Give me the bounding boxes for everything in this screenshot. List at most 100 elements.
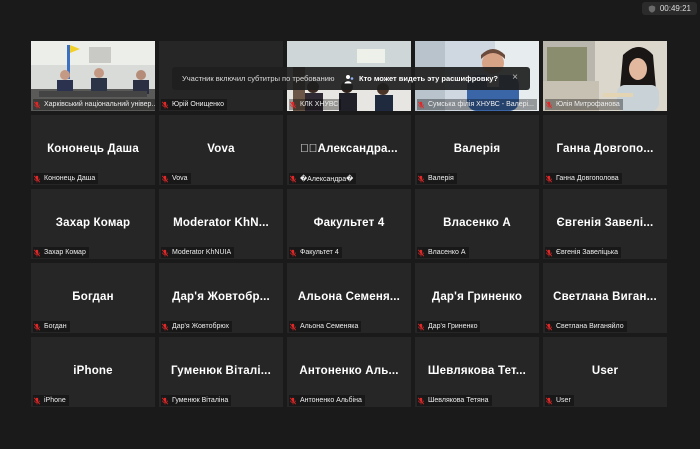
participant-tile[interactable]: Дар'я Жовтобр... Дар'я Жовтобрюх [159,263,283,333]
participant-name: Факультет 4 [313,217,385,229]
muted-mic-icon [417,101,425,108]
participant-tile[interactable]: Євгенія Завелі... Євгенія Завеліцька [543,189,667,259]
participant-name: Кононець Даша [47,143,139,155]
participant-tile[interactable]: Харківський національний універ... [31,41,155,111]
timer-text: 00:49:21 [659,4,691,13]
participant-name: Moderator KhN... [173,217,269,229]
participant-name: iPhone [73,365,113,377]
participant-tile[interactable]: ✚⃞Александра... �Александра� [287,115,411,185]
participant-tile[interactable]: Захар Комар Захар Комар [31,189,155,259]
participant-label: Гуменюк Віталіна [161,395,232,406]
participant-tile[interactable]: Дар'я Гриненко Дар'я Гриненко [415,263,539,333]
muted-mic-icon [33,175,41,182]
participant-tile[interactable]: Факультет 4 Факультет 4 [287,189,411,259]
participant-label: Валерія [417,173,457,184]
participant-tile[interactable]: Vova Vova [159,115,283,185]
caption-message: Участник включил субтитры по требованию [182,74,335,83]
muted-mic-icon [289,101,297,108]
participant-label: Сумська філія ХНУВС - Валері... [417,99,537,110]
participant-label-text: Дар'я Жовтобрюх [172,323,230,330]
participant-label: Харківський національний універ... [33,99,155,110]
participant-label-text: Альона Семеняка [300,323,359,330]
participant-label: iPhone [33,395,69,406]
participant-tile[interactable]: Антоненко Аль... Антоненко Альбіна [287,337,411,407]
transcript-visibility-link[interactable]: Кто может видеть эту расшифровку? [344,74,498,84]
participant-label-text: Гуменюк Віталіна [172,397,229,404]
participant-label-text: Дар'я Гриненко [428,323,478,330]
shield-icon [648,4,656,13]
muted-mic-icon [417,397,425,404]
participant-name: Светлана Виган... [553,291,657,303]
participant-label: Светлана Виганяйло [545,321,627,332]
participant-name: Дар'я Жовтобр... [172,291,270,303]
participant-label: Ганна Довгополова [545,173,622,184]
participant-tile[interactable]: Гуменюк Віталі... Гуменюк Віталіна [159,337,283,407]
participant-tile[interactable]: Власенко А Власенко А [415,189,539,259]
video-grid: Харківський національний універ... Юрій О… [31,41,669,407]
participant-name: Гуменюк Віталі... [171,365,271,377]
participant-name: User [591,365,619,377]
participant-name: Антоненко Аль... [299,365,399,377]
participant-label: Євгенія Завеліцька [545,247,622,258]
participant-label-text: Ганна Довгополова [556,175,619,182]
participant-label-text: Захар Комар [44,249,86,256]
participant-label: Moderator KhNUIA [161,247,235,258]
muted-mic-icon [289,323,297,330]
muted-mic-icon [545,323,553,330]
participant-label: Захар Комар [33,247,89,258]
transcript-visibility-text: Кто может видеть эту расшифровку? [359,74,499,83]
close-icon[interactable]: × [512,72,518,83]
participant-name: Євгенія Завелі... [556,217,654,229]
caption-notice: Участник включил субтитры по требованию … [172,67,530,90]
participant-name: Альона Семеня... [297,291,401,303]
participant-label: Юрій Онищенко [161,99,228,110]
participant-label: Власенко А [417,247,469,258]
participant-label-text: Юрій Онищенко [172,101,225,108]
participant-tile[interactable]: Валерія Валерія [415,115,539,185]
participant-label: Шевлякова Тетяна [417,395,492,406]
participant-tile[interactable]: Кононець Даша Кононець Даша [31,115,155,185]
participant-tile[interactable]: Светлана Виган... Светлана Виганяйло [543,263,667,333]
participant-tile[interactable]: Альона Семеня... Альона Семеняка [287,263,411,333]
participant-label-text: КЛК ХНУВС [300,101,339,108]
participant-name: Захар Комар [55,217,131,229]
participant-label: Факультет 4 [289,247,342,258]
muted-mic-icon [417,323,425,330]
meeting-timer: 00:49:21 [641,2,697,15]
muted-mic-icon [545,175,553,182]
participant-label-text: Moderator KhNUIA [172,249,232,256]
participant-tile[interactable]: Юлія Митрофанова [543,41,667,111]
muted-mic-icon [161,397,169,404]
participant-label: User [545,395,574,406]
participant-label: КЛК ХНУВС [289,99,342,110]
participant-label-text: Шевлякова Тетяна [428,397,489,404]
muted-mic-icon [33,323,41,330]
participant-label: Дар'я Гриненко [417,321,481,332]
muted-mic-icon [161,101,169,108]
participant-name: Власенко А [443,217,511,229]
participant-name: Ганна Довгопо... [556,143,654,155]
participant-tile[interactable]: Богдан Богдан [31,263,155,333]
participant-label: Антоненко Альбіна [289,395,365,406]
participant-label-text: Євгенія Завеліцька [556,249,619,256]
muted-mic-icon [33,101,41,108]
participant-label-text: Светлана Виганяйло [556,323,624,330]
participant-tile[interactable]: User User [543,337,667,407]
muted-mic-icon [417,249,425,256]
participant-label: �Александра� [289,173,357,184]
muted-mic-icon [161,175,169,182]
muted-mic-icon [161,323,169,330]
participant-tile[interactable]: Moderator KhN... Moderator KhNUIA [159,189,283,259]
muted-mic-icon [289,249,297,256]
muted-mic-icon [161,249,169,256]
participant-tile[interactable]: iPhone iPhone [31,337,155,407]
participant-tile[interactable]: Шевлякова Тет... Шевлякова Тетяна [415,337,539,407]
participant-label: Юлія Митрофанова [545,99,623,110]
muted-mic-icon [545,397,553,404]
participant-label-text: Сумська філія ХНУВС - Валері... [428,101,534,108]
participant-tile[interactable]: Ганна Довгопо... Ганна Довгополова [543,115,667,185]
participant-label: Дар'я Жовтобрюх [161,321,233,332]
muted-mic-icon [545,101,553,108]
muted-mic-icon [289,175,297,182]
participant-label-text: Антоненко Альбіна [300,397,362,404]
